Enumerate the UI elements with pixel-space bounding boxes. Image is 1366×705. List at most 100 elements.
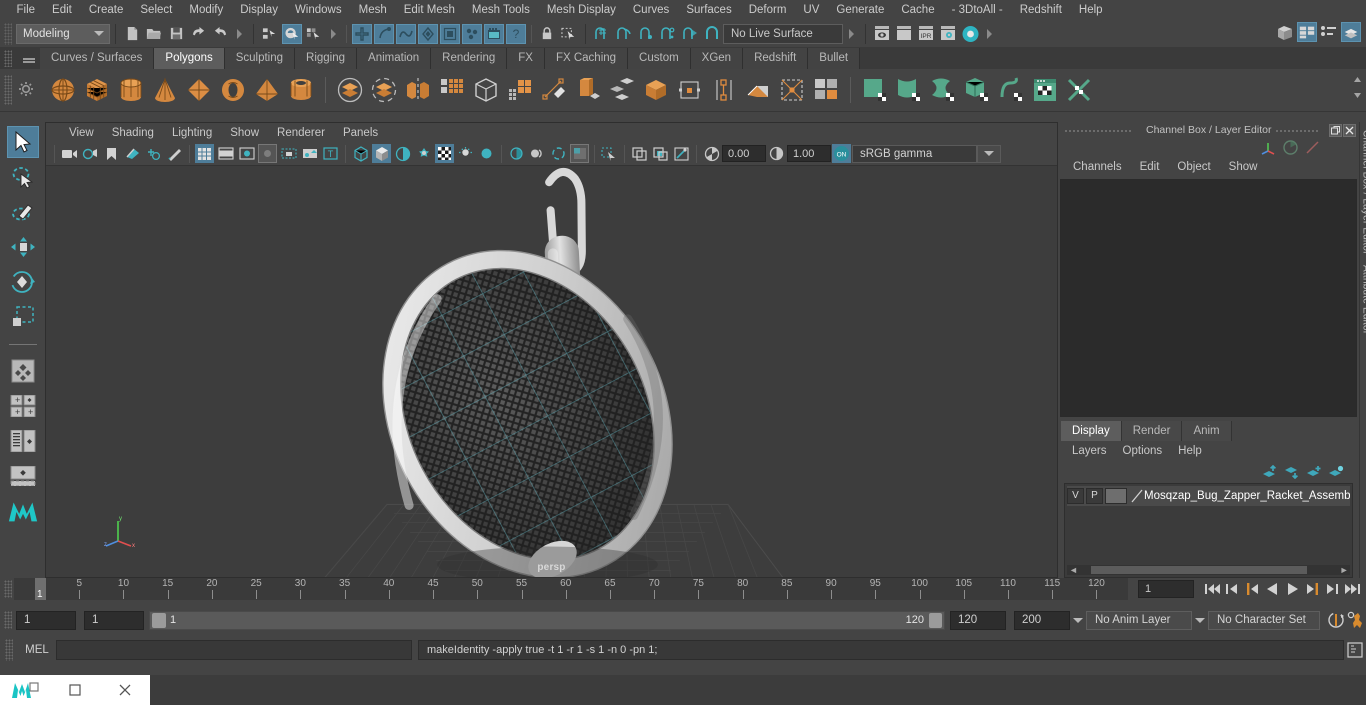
bookmarks-icon[interactable] <box>102 144 121 163</box>
color-space-selector[interactable]: sRGB gamma <box>852 144 977 163</box>
move-layer-up-icon[interactable] <box>1260 462 1280 482</box>
exposure-field[interactable]: 0.00 <box>722 145 766 162</box>
magnet-icon[interactable] <box>702 24 722 44</box>
select-tool[interactable] <box>6 126 39 158</box>
channel-box-menu-show[interactable]: Show <box>1220 161 1267 173</box>
render-settings-icon[interactable] <box>938 24 958 44</box>
layer-tab-render[interactable]: Render <box>1121 420 1183 441</box>
extrude-icon[interactable] <box>537 73 571 107</box>
layer-menu-help[interactable]: Help <box>1170 445 1210 457</box>
viewport-menu-show[interactable]: Show <box>221 127 268 139</box>
range-start-field[interactable]: 1 <box>84 610 144 630</box>
play-forwards-icon[interactable] <box>1282 579 1302 599</box>
shelf-tab-rendering[interactable]: Rendering <box>431 48 508 69</box>
menu-uv[interactable]: UV <box>795 0 828 20</box>
grid-toggle-icon[interactable] <box>195 144 214 163</box>
shelf-tab-polygons[interactable]: Polygons <box>154 48 225 69</box>
anim-start-time-field[interactable]: 1 <box>16 610 76 630</box>
anim-layer-selector[interactable]: No Anim Layer <box>1086 610 1192 630</box>
ipr-render-icon[interactable]: IPR <box>916 24 936 44</box>
film-gate-icon[interactable] <box>216 144 235 163</box>
layer-menu-options[interactable]: Options <box>1115 445 1171 457</box>
show-hide-tool-settings-icon[interactable] <box>1319 22 1339 42</box>
snap-point-icon[interactable] <box>636 24 656 44</box>
scroll-right-icon[interactable]: ► <box>1340 565 1349 575</box>
viewport-menu-shading[interactable]: Shading <box>103 127 163 139</box>
shelf-tab-redshift[interactable]: Redshift <box>743 48 809 69</box>
color-space-chevron-down-icon[interactable] <box>977 144 1001 163</box>
color-management-icon[interactable]: ON <box>832 144 851 163</box>
new-layer-from-selected-icon[interactable] <box>1326 462 1346 482</box>
render-region-icon[interactable] <box>894 24 914 44</box>
poly-sphere-icon[interactable] <box>46 73 80 107</box>
mask-help-icon[interactable]: ? <box>506 23 526 44</box>
resolution-gate-icon[interactable] <box>237 144 256 163</box>
render-preview-icon[interactable] <box>872 24 892 44</box>
shelf-tab-rigging[interactable]: Rigging <box>295 48 358 69</box>
menu-set-selector[interactable]: Modeling <box>16 23 110 44</box>
redo-icon[interactable] <box>210 24 230 44</box>
scroll-up-icon[interactable] <box>1350 71 1364 87</box>
select-by-component-icon[interactable] <box>304 24 324 44</box>
menu-mesh-display[interactable]: Mesh Display <box>538 0 624 20</box>
quad-draw-icon[interactable] <box>809 73 843 107</box>
range-chevron-down-icon[interactable] <box>1070 611 1086 630</box>
wedge-icon[interactable] <box>639 73 673 107</box>
unfold-uv-icon[interactable] <box>994 73 1028 107</box>
smooth-shade-icon[interactable] <box>372 144 391 163</box>
shaded-wireframe-icon[interactable] <box>393 144 412 163</box>
layer-tab-display[interactable]: Display <box>1061 420 1122 441</box>
gamma-icon[interactable] <box>767 144 786 163</box>
uv-spherical-icon[interactable] <box>926 73 960 107</box>
menu-edit[interactable]: Edit <box>44 0 81 20</box>
scroll-left-icon[interactable]: ◄ <box>1069 565 1078 575</box>
quick-layout-outliner-persp[interactable] <box>7 425 39 457</box>
snap-projected-icon[interactable] <box>658 24 678 44</box>
select-camera-icon[interactable] <box>60 144 79 163</box>
menu-cache[interactable]: Cache <box>893 0 943 20</box>
menu-mesh-tools[interactable]: Mesh Tools <box>463 0 538 20</box>
layer-tab-anim[interactable]: Anim <box>1182 420 1232 441</box>
range-end-field[interactable]: 120 <box>950 610 1006 630</box>
maya-app-icon[interactable] <box>0 675 50 705</box>
poly-cylinder-icon[interactable] <box>114 73 148 107</box>
live-surface-field[interactable]: No Live Surface <box>723 23 843 44</box>
range-track[interactable]: 1 120 <box>149 610 945 630</box>
layer-visibility-toggle[interactable]: V <box>1067 487 1084 504</box>
gate-mask-icon[interactable] <box>258 144 277 163</box>
menu-deform[interactable]: Deform <box>740 0 795 20</box>
menu-create[interactable]: Create <box>80 0 132 20</box>
move-layer-down-icon[interactable] <box>1282 462 1302 482</box>
safe-action-icon[interactable] <box>300 144 319 163</box>
quick-layout-hypergraph[interactable] <box>7 460 39 492</box>
viewport-menu-lighting[interactable]: Lighting <box>163 127 221 139</box>
layer-menu-layers[interactable]: Layers <box>1064 445 1115 457</box>
mask-rendering-icon[interactable] <box>462 23 482 44</box>
menu-edit-mesh[interactable]: Edit Mesh <box>395 0 463 20</box>
move-tool[interactable] <box>7 231 39 263</box>
step-back-keyframe-icon[interactable] <box>1222 579 1242 599</box>
go-to-start-icon[interactable] <box>1202 579 1222 599</box>
layer-playback-toggle[interactable]: P <box>1086 487 1103 504</box>
append-polygon-icon[interactable] <box>673 73 707 107</box>
poly-torus-icon[interactable] <box>216 73 250 107</box>
title-grip-right[interactable] <box>1275 129 1320 133</box>
exposure-icon[interactable] <box>702 144 721 163</box>
menu-generate[interactable]: Generate <box>828 0 893 20</box>
viewport-menu-renderer[interactable]: Renderer <box>268 127 334 139</box>
show-hide-modeling-toolkit-icon[interactable] <box>1275 22 1295 42</box>
combine-icon[interactable] <box>333 73 367 107</box>
current-frame-field[interactable]: 1 <box>1138 580 1194 598</box>
new-scene-icon[interactable] <box>122 24 142 44</box>
undo-icon[interactable] <box>188 24 208 44</box>
textured-icon[interactable] <box>435 144 454 163</box>
shelf-tab-animation[interactable]: Animation <box>357 48 432 69</box>
scrollbar-thumb[interactable] <box>1091 566 1307 575</box>
insert-edge-loop-icon[interactable] <box>707 73 741 107</box>
shelf-grip[interactable] <box>4 75 12 105</box>
poly-pipe-icon[interactable] <box>284 73 318 107</box>
anim-end-time-field[interactable]: 200 <box>1014 610 1070 630</box>
layer-color-swatch[interactable] <box>1105 487 1127 504</box>
dock-tab-attribute-editor[interactable]: Attribute Editor <box>1360 265 1366 334</box>
smooth-icon[interactable] <box>435 73 469 107</box>
